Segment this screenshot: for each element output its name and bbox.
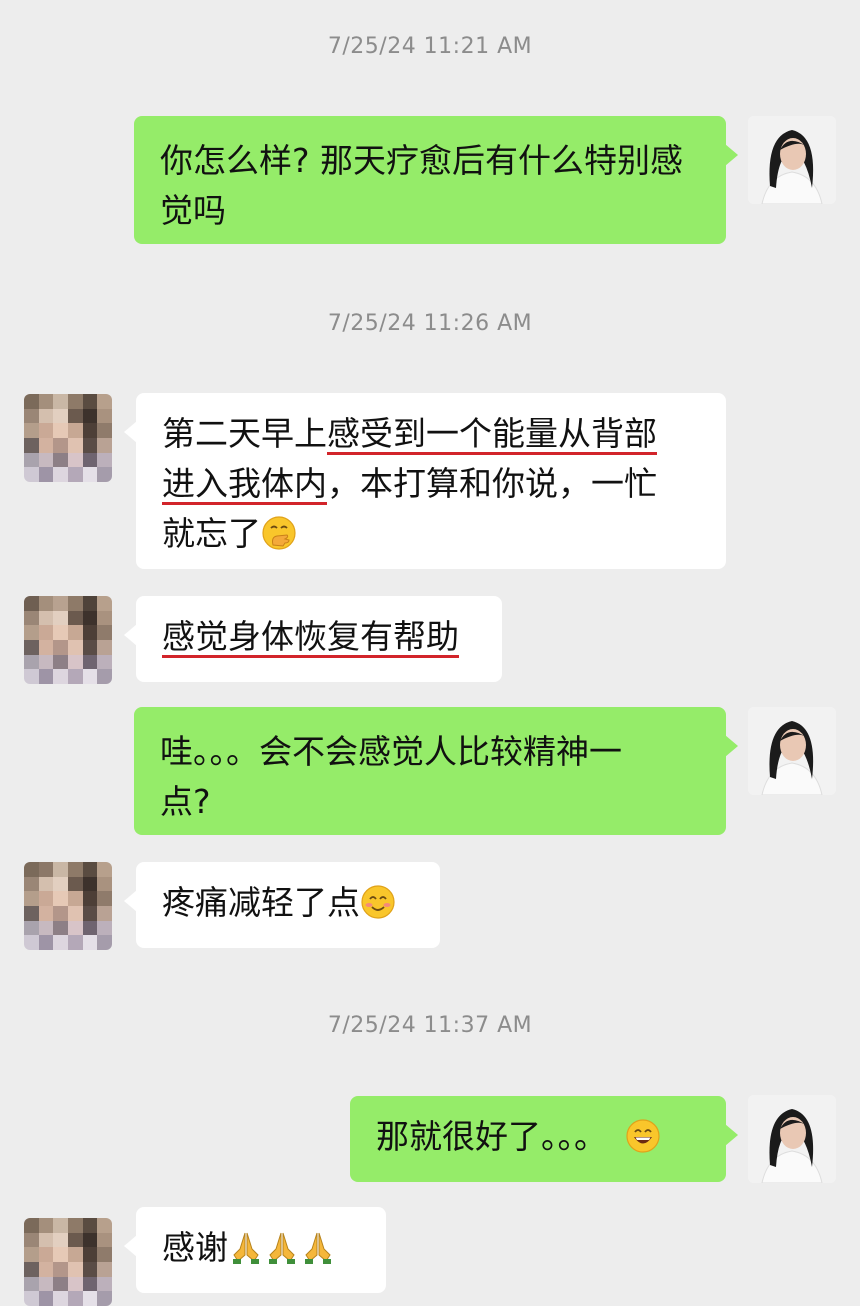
message-bubble-sent[interactable]: 哇。。。会不会感觉人比较精神一 点? <box>134 707 738 835</box>
contact-avatar-pixelated[interactable] <box>24 596 112 684</box>
contact-avatar-pixelated[interactable] <box>24 862 112 950</box>
message-bubble-sent[interactable]: 那就很好了。。。 <box>350 1096 738 1182</box>
folded-hands-emoji <box>269 1232 295 1264</box>
message-text: 你怎么样? 那天疗愈后有什么特别感 <box>160 141 684 180</box>
message-text: 那就很好了。。。 <box>376 1117 607 1156</box>
message-bubble-received[interactable]: 感谢 <box>124 1207 386 1293</box>
contact-avatar-pixelated[interactable] <box>24 1218 112 1306</box>
timestamp: 7/25/24 11:37 AM <box>327 1013 533 1038</box>
timestamp: 7/25/24 11:26 AM <box>327 311 533 336</box>
message-bubble-sent[interactable]: 你怎么样? 那天疗愈后有什么特别感 觉吗 <box>134 116 738 244</box>
my-avatar[interactable] <box>748 707 836 795</box>
message-line: 进入我体内，本打算和你说，一忙 <box>162 459 700 509</box>
message-text: 哇。。。会不会感觉人比较精神一 <box>160 732 622 771</box>
hand-over-mouth-emoji <box>262 516 296 550</box>
my-avatar[interactable] <box>748 1095 836 1183</box>
smiling-blush-emoji <box>361 885 395 919</box>
folded-hands-emoji <box>233 1232 259 1264</box>
folded-hands-emoji-group <box>228 1228 336 1267</box>
highlighted-text: 感受到一个能量从背部 <box>327 414 657 453</box>
contact-avatar-pixelated[interactable] <box>24 394 112 482</box>
message-bubble-received[interactable]: 第二天早上感受到一个能量从背部 进入我体内，本打算和你说，一忙 就忘了 <box>124 393 726 569</box>
message-line: 第二天早上感受到一个能量从背部 <box>162 409 700 459</box>
message-text: 感谢 <box>162 1228 228 1267</box>
message-text: 点? <box>160 782 211 821</box>
message-text: ，本打算和你说，一忙 <box>327 464 657 503</box>
my-avatar[interactable] <box>748 116 836 204</box>
message-text: 第二天早上 <box>162 414 327 453</box>
grinning-emoji <box>626 1119 660 1153</box>
folded-hands-emoji <box>305 1232 331 1264</box>
message-text: 就忘了 <box>162 514 261 553</box>
message-bubble-received[interactable]: 疼痛减轻了点 <box>124 862 440 948</box>
message-line: 就忘了 <box>162 509 700 559</box>
message-text: 疼痛减轻了点 <box>162 883 360 922</box>
message-bubble-received[interactable]: 感觉身体恢复有帮助 <box>124 596 502 682</box>
highlighted-text: 进入我体内 <box>162 464 327 503</box>
highlighted-text: 感觉身体恢复有帮助 <box>162 617 459 656</box>
message-text: 觉吗 <box>160 191 226 230</box>
timestamp: 7/25/24 11:21 AM <box>327 34 533 59</box>
